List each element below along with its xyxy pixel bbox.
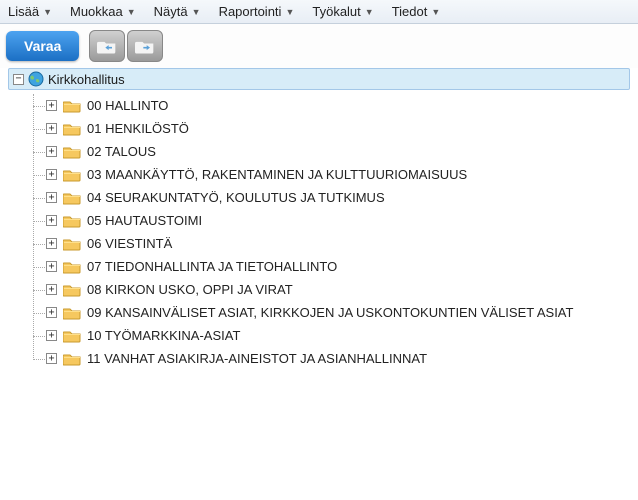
chevron-down-icon: ▼: [365, 7, 374, 17]
folder-icon: [63, 329, 81, 343]
tree-item[interactable]: +00 HALLINTO: [28, 94, 630, 117]
folder-icon: [63, 214, 81, 228]
tree-root[interactable]: − Kirkkohallitus: [8, 68, 630, 90]
menu-label: Muokkaa: [70, 4, 123, 19]
tree-item-label: 02 TALOUS: [87, 144, 156, 159]
tree-item[interactable]: +02 TALOUS: [28, 140, 630, 163]
expand-icon[interactable]: +: [46, 284, 57, 295]
expand-icon[interactable]: +: [46, 215, 57, 226]
globe-icon: [28, 71, 44, 87]
tree-item-label: 09 KANSAINVÄLISET ASIAT, KIRKKOJEN JA US…: [87, 305, 573, 320]
tree-item-label: 10 TYÖMARKKINA-ASIAT: [87, 328, 240, 343]
tree-item[interactable]: +08 KIRKON USKO, OPPI JA VIRAT: [28, 278, 630, 301]
folder-arrow-left-icon: [97, 38, 117, 54]
tree-item[interactable]: +09 KANSAINVÄLISET ASIAT, KIRKKOJEN JA U…: [28, 301, 630, 324]
expand-icon[interactable]: +: [46, 123, 57, 134]
expand-icon[interactable]: +: [46, 192, 57, 203]
tree-item-label: 03 MAANKÄYTTÖ, RAKENTAMINEN JA KULTTUURI…: [87, 167, 467, 182]
folder-icon: [63, 352, 81, 366]
expand-icon[interactable]: +: [46, 307, 57, 318]
chevron-down-icon: ▼: [127, 7, 136, 17]
tree-item-label: 11 VANHAT ASIAKIRJA-AINEISTOT JA ASIANHA…: [87, 351, 427, 366]
menu-lisaa[interactable]: Lisää ▼: [8, 4, 52, 19]
tree-item[interactable]: +01 HENKILÖSTÖ: [28, 117, 630, 140]
expand-icon[interactable]: +: [46, 330, 57, 341]
folder-icon: [63, 122, 81, 136]
chevron-down-icon: ▼: [285, 7, 294, 17]
collapse-icon[interactable]: −: [13, 74, 24, 85]
folder-icon: [63, 191, 81, 205]
toolbar: Varaa: [0, 24, 638, 68]
menu-label: Raportointi: [219, 4, 282, 19]
folder-icon: [63, 168, 81, 182]
tree-item[interactable]: +06 VIESTINTÄ: [28, 232, 630, 255]
folder-icon: [63, 306, 81, 320]
menu-nayta[interactable]: Näytä ▼: [154, 4, 201, 19]
folder-icon: [63, 237, 81, 251]
folder-icon: [63, 99, 81, 113]
tree-item-label: 08 KIRKON USKO, OPPI JA VIRAT: [87, 282, 293, 297]
tree-item[interactable]: +03 MAANKÄYTTÖ, RAKENTAMINEN JA KULTTUUR…: [28, 163, 630, 186]
tree-item-label: 01 HENKILÖSTÖ: [87, 121, 189, 136]
folder-next-button[interactable]: [127, 30, 163, 62]
menu-muokkaa[interactable]: Muokkaa ▼: [70, 4, 136, 19]
expand-icon[interactable]: +: [46, 238, 57, 249]
tree-item[interactable]: +10 TYÖMARKKINA-ASIAT: [28, 324, 630, 347]
menu-label: Tiedot: [392, 4, 428, 19]
tree-item-label: 04 SEURAKUNTATYÖ, KOULUTUS JA TUTKIMUS: [87, 190, 385, 205]
tree-item-label: 07 TIEDONHALLINTA JA TIETOHALLINTO: [87, 259, 337, 274]
tree-root-label: Kirkkohallitus: [48, 72, 125, 87]
tree-item[interactable]: +04 SEURAKUNTATYÖ, KOULUTUS JA TUTKIMUS: [28, 186, 630, 209]
folder-icon: [63, 145, 81, 159]
folder-arrow-right-icon: [135, 38, 155, 54]
menu-label: Lisää: [8, 4, 39, 19]
menu-raportointi[interactable]: Raportointi▼: [219, 4, 295, 19]
icon-button-group: [89, 30, 163, 62]
chevron-down-icon: ▼: [431, 7, 440, 17]
tree-item-label: 00 HALLINTO: [87, 98, 168, 113]
expand-icon[interactable]: +: [46, 261, 57, 272]
tree-item[interactable]: +05 HAUTAUSTOIMI: [28, 209, 630, 232]
expand-icon[interactable]: +: [46, 169, 57, 180]
folder-icon: [63, 283, 81, 297]
menu-label: Työkalut: [312, 4, 360, 19]
tree-children: +00 HALLINTO+01 HENKILÖSTÖ+02 TALOUS+03 …: [28, 94, 630, 370]
tree-view: − Kirkkohallitus +00 HALLINTO+01 HENKILÖ…: [0, 68, 638, 378]
varaa-button[interactable]: Varaa: [6, 31, 79, 61]
menu-tyokalut[interactable]: Työkalut ▼: [312, 4, 373, 19]
tree-item[interactable]: +11 VANHAT ASIAKIRJA-AINEISTOT JA ASIANH…: [28, 347, 630, 370]
expand-icon[interactable]: +: [46, 100, 57, 111]
tree-item-label: 05 HAUTAUSTOIMI: [87, 213, 202, 228]
menu-label: Näytä: [154, 4, 188, 19]
tree-item[interactable]: +07 TIEDONHALLINTA JA TIETOHALLINTO: [28, 255, 630, 278]
expand-icon[interactable]: +: [46, 353, 57, 364]
tree-item-label: 06 VIESTINTÄ: [87, 236, 172, 251]
menubar: Lisää▼ Muokkaa▼ Näytä▼ Raportointi▼ Työk…: [0, 0, 638, 24]
folder-prev-button[interactable]: [89, 30, 125, 62]
menu-tiedot[interactable]: Tiedot▼: [392, 4, 441, 19]
chevron-down-icon: ▼: [43, 7, 52, 17]
chevron-down-icon: ▼: [192, 7, 201, 17]
expand-icon[interactable]: +: [46, 146, 57, 157]
folder-icon: [63, 260, 81, 274]
